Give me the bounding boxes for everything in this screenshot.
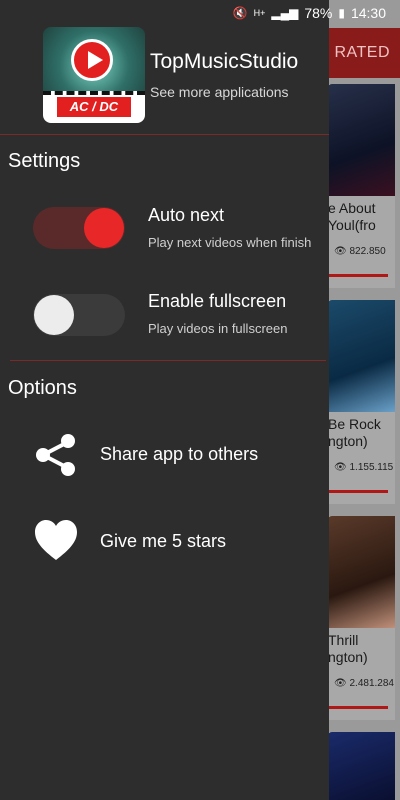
card-accent-bar <box>328 274 388 277</box>
clock: 14:30 <box>350 5 386 21</box>
app-logo: AC / DC <box>43 27 145 123</box>
fullscreen-toggle[interactable] <box>33 294 125 336</box>
logo-text: AC / DC <box>57 97 131 117</box>
menu-label: Give me 5 stars <box>100 531 227 551</box>
video-card[interactable]: e About Youl(fro 👁 822.850 <box>328 84 395 288</box>
settings-heading: Settings <box>8 150 81 172</box>
eye-icon: 👁 <box>334 246 347 257</box>
options-heading: Options <box>8 377 77 399</box>
share-icon <box>36 434 75 476</box>
video-thumbnail <box>328 732 395 800</box>
video-title: Thrill ngton) <box>328 632 368 665</box>
setting-subtitle: Play next videos when finish <box>148 235 312 250</box>
video-card[interactable] <box>328 732 395 800</box>
mute-icon: 🔇 <box>232 6 248 20</box>
card-accent-bar <box>328 706 388 709</box>
play-icon <box>71 39 113 81</box>
eye-icon: 👁 <box>334 678 347 689</box>
toggle-knob <box>34 295 74 335</box>
setting-subtitle: Play videos in fullscreen <box>148 321 288 336</box>
divider <box>10 360 326 361</box>
battery-icon: ▮ <box>338 6 345 20</box>
card-accent-bar <box>328 490 388 493</box>
hplus-icon: H+ <box>253 8 266 18</box>
video-card[interactable]: Be Rock ngton) 👁 1.155.115 <box>328 300 395 504</box>
battery-level: 78% <box>304 5 333 21</box>
setting-title: Enable fullscreen <box>148 291 287 311</box>
app-name: TopMusicStudio <box>150 50 299 73</box>
toggle-knob <box>84 208 124 248</box>
video-card[interactable]: Thrill ngton) 👁 2.481.284 <box>328 516 395 720</box>
divider <box>0 134 329 135</box>
video-thumbnail <box>328 84 395 196</box>
setting-title: Auto next <box>148 205 225 225</box>
menu-label: Share app to others <box>100 444 259 464</box>
view-count: 👁 2.481.284 <box>334 678 394 689</box>
video-title: e About Youl(fro <box>328 200 376 233</box>
heart-icon <box>35 520 77 560</box>
signal-icon: ▂▄▆ <box>271 6 299 20</box>
eye-icon: 👁 <box>334 462 347 473</box>
navigation-drawer: AC / DC TopMusicStudio See more applicat… <box>0 0 329 800</box>
view-count: 👁 1.155.115 <box>334 462 394 473</box>
status-bar: 🔇 H+ ▂▄▆ 78% ▮ 14:30 <box>0 0 400 28</box>
video-thumbnail <box>328 300 395 412</box>
see-more-apps-link[interactable]: See more applications <box>150 84 289 100</box>
view-count: 👁 822.850 <box>334 246 386 257</box>
video-thumbnail <box>328 516 395 628</box>
auto-next-toggle[interactable] <box>33 207 125 249</box>
video-title: Be Rock ngton) <box>328 416 381 449</box>
